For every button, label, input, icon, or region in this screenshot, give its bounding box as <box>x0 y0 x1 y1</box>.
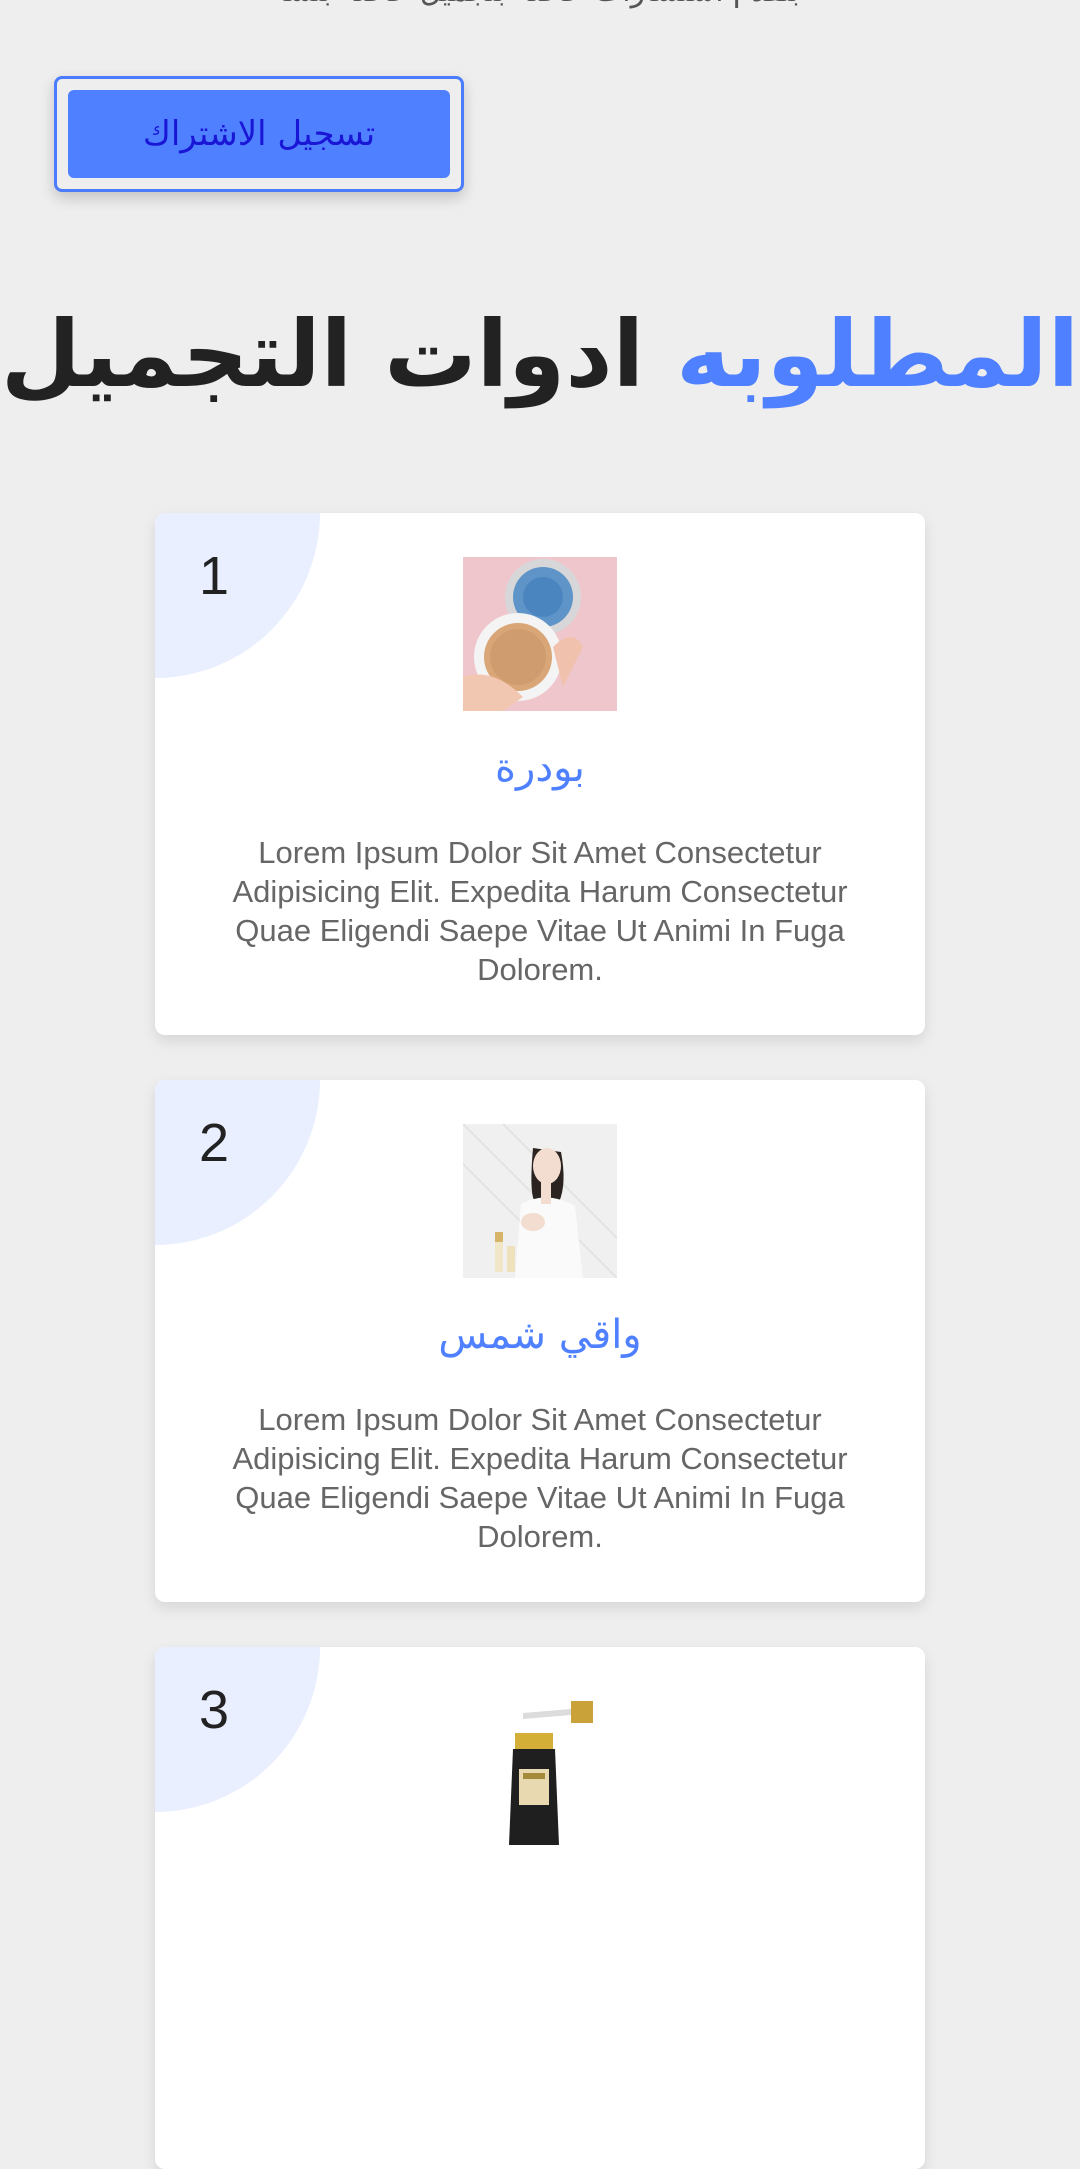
card-description: Lorem Ipsum Dolor Sit Amet Consectetur A… <box>232 1402 848 1554</box>
card-corner-decoration <box>155 513 320 678</box>
section-title-main: ادوات التجميل <box>0 301 645 408</box>
section-title: المطلوبه ادوات التجميل <box>0 300 1080 410</box>
subscribe-button[interactable]: تسجيل الاشتراك <box>68 90 450 178</box>
serum-bottle-image <box>463 1691 617 1845</box>
card-title: واقي شمس <box>438 1312 642 1358</box>
card-title: بودرة <box>495 745 585 791</box>
card-corner-decoration <box>155 1647 320 1812</box>
section-title-accent: المطلوبه <box>676 301 1080 408</box>
product-card: 2 واقي شمس Lorem Ipsum Dolor Sit Amet Co… <box>155 1080 925 1602</box>
intro-text-partial: بتقدم استشارات خاصة بتجميل خاصة بنساء <box>0 0 800 9</box>
card-description: Lorem Ipsum Dolor Sit Amet Consectetur A… <box>232 835 848 987</box>
product-card: 1 بودرة Lorem Ipsum Dolor Sit Amet Conse… <box>155 513 925 1035</box>
subscribe-button-frame: تسجيل الاشتراك <box>54 76 464 192</box>
sunscreen-model-image <box>463 1124 617 1278</box>
card-number: 3 <box>199 1680 230 1740</box>
product-card: 3 <box>155 1647 925 2169</box>
card-number: 1 <box>199 546 230 606</box>
card-corner-decoration <box>155 1080 320 1245</box>
card-number: 2 <box>199 1113 230 1173</box>
powder-compact-image <box>463 557 617 711</box>
